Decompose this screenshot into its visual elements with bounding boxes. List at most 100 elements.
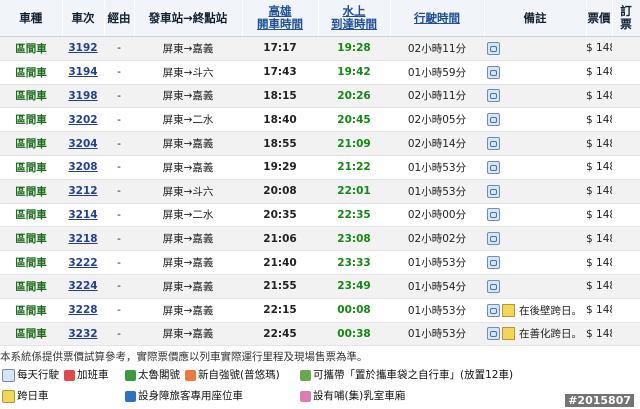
order-cell [612, 250, 640, 275]
depart-time: 22:15 [242, 298, 318, 323]
note-text: 在後壁跨日。 [519, 304, 582, 317]
train-number-link[interactable]: 3218 [68, 233, 97, 245]
note-cell [484, 226, 586, 252]
train-number-link[interactable]: 3202 [68, 114, 97, 126]
via-cell: - [104, 226, 134, 252]
daily-icon [487, 89, 500, 103]
header-duration-sort[interactable]: 行駛時間 [390, 0, 485, 37]
daily-icon [487, 256, 500, 270]
header-via: 經由 [104, 0, 135, 37]
price-cell: $ 148 [586, 298, 612, 323]
depart-time: 21:55 [242, 274, 318, 299]
train-number-cell: 3198 [62, 84, 104, 109]
train-type: 區間車 [0, 155, 62, 180]
price-cell: $ 148 [586, 36, 612, 61]
train-number-cell: 3194 [62, 60, 104, 85]
header-price: 票價 [586, 0, 613, 37]
table-row: 區間車 3224-屏東→嘉義21:5523:4901小時54分 $ 148 [0, 274, 640, 299]
table-row: 區間車 3214-屏東→二水20:3522:3502小時00分 $ 148 [0, 203, 640, 228]
route-cell: 屏東→嘉義 [134, 298, 242, 323]
legend: 每天行駛 加班車 太魯閣號 新自強號(普悠瑪) 可攜帶「置於攜車袋之自行車」(放… [0, 367, 640, 407]
order-cell [612, 107, 640, 133]
train-type: 區間車 [0, 298, 62, 323]
duration-cell: 01小時59分 [390, 60, 484, 85]
timetable-body: 區間車3192-屏東→嘉義17:1719:2802小時11分$ 148區間車31… [0, 36, 640, 347]
train-number-link[interactable]: 3222 [68, 257, 97, 269]
disclaimer-text: 本系統係提供票價試算參考，實際票價應以列車實際運行里程及現場售票為準。 [0, 351, 368, 363]
train-number-link[interactable]: 3228 [68, 304, 97, 316]
duration-cell: 02小時11分 [390, 84, 484, 109]
nursing-icon [300, 390, 311, 402]
depart-time: 19:29 [242, 155, 318, 180]
route-cell: 屏東→二水 [134, 107, 242, 133]
route-cell: 屏東→斗六 [134, 179, 242, 204]
table-row: 區間車 3202-屏東→二水18:4020:4502小時05分 $ 148 [0, 107, 640, 133]
train-type: 區間車 [0, 107, 62, 133]
daily-icon [487, 41, 500, 55]
arrive-time: 19:42 [318, 60, 390, 85]
depart-time: 18:15 [242, 84, 318, 109]
arrive-time: 20:45 [318, 107, 390, 133]
train-number-link[interactable]: 3204 [68, 138, 97, 150]
route-cell: 屏東→斗六 [134, 60, 242, 85]
depart-time: 21:06 [242, 226, 318, 252]
daily-icon [487, 184, 500, 198]
via-cell: - [104, 250, 134, 275]
via-cell: - [104, 131, 134, 156]
train-number-cell: 3218 [62, 226, 104, 252]
legend-bike: 可攜帶「置於攜車袋之自行車」(放置12車) [300, 367, 513, 382]
train-number-cell: 3224 [62, 274, 104, 299]
price-cell: $ 148 [586, 226, 612, 252]
timetable: 車種 車次 經由 發車站→終點站 高雄 開車時間 水上 到達時間 行駛時間 備註 票… [0, 0, 640, 347]
train-number-link[interactable]: 3212 [68, 185, 97, 197]
daily-icon [487, 137, 500, 151]
train-number-link[interactable]: 3208 [68, 161, 97, 173]
puyuma-icon [185, 369, 196, 381]
table-row: 區間車 3198-屏東→嘉義18:1520:2602小時11分 $ 148 [0, 84, 640, 109]
duration-cell: 02小時02分 [390, 226, 484, 252]
train-number-link[interactable]: 3214 [68, 209, 97, 221]
order-cell [612, 226, 640, 252]
note-cell: 在後壁跨日。 [484, 298, 586, 323]
route-cell: 屏東→嘉義 [134, 322, 242, 347]
route-cell: 屏東→嘉義 [134, 131, 242, 156]
train-number-link[interactable]: 3198 [68, 90, 97, 102]
note-cell [484, 203, 586, 228]
arrive-time: 23:33 [318, 250, 390, 275]
table-row: 區間車 3208-屏東→嘉義19:2921:2201小時53分 $ 148 [0, 155, 640, 180]
duration-cell: 02小時00分 [390, 203, 484, 228]
train-number-link[interactable]: 3232 [68, 328, 97, 340]
arrive-time: 22:35 [318, 203, 390, 228]
depart-time: 18:40 [242, 107, 318, 133]
table-row: 區間車 3212-屏東→斗六20:0822:0101小時53分 $ 148 [0, 179, 640, 204]
train-number-link[interactable]: 3224 [68, 280, 97, 292]
train-type: 區間車 [0, 131, 62, 156]
order-cell [612, 36, 640, 61]
price-cell: $ 148 [586, 322, 612, 347]
cross-day-icon [2, 389, 15, 403]
header-note: 備註 [484, 0, 587, 37]
daily-icon [487, 160, 500, 174]
duration-cell: 01小時53分 [390, 179, 484, 204]
depart-time: 20:08 [242, 179, 318, 204]
train-number-link[interactable]: 3192 [68, 42, 97, 54]
header-route: 發車站→終點站 [134, 0, 243, 37]
header-order: 訂票 [612, 0, 640, 37]
via-cell: - [104, 155, 134, 180]
train-type: 區間車 [0, 250, 62, 275]
cross-day-icon [502, 327, 515, 341]
note-cell [484, 36, 586, 61]
header-depart-sort[interactable]: 高雄 開車時間 [242, 0, 319, 37]
note-cell [484, 179, 586, 204]
order-cell [612, 60, 640, 85]
note-text: 在善化跨日。 [519, 328, 582, 341]
train-number-link[interactable]: 3194 [68, 66, 97, 78]
arrive-time: 20:26 [318, 84, 390, 109]
order-cell [612, 155, 640, 180]
cross-day-icon [502, 303, 515, 317]
duration-cell: 01小時53分 [390, 298, 484, 323]
header-arrive-sort[interactable]: 水上 到達時間 [318, 0, 391, 37]
via-cell: - [104, 60, 134, 85]
price-cell: $ 148 [586, 179, 612, 204]
order-cell [612, 274, 640, 299]
